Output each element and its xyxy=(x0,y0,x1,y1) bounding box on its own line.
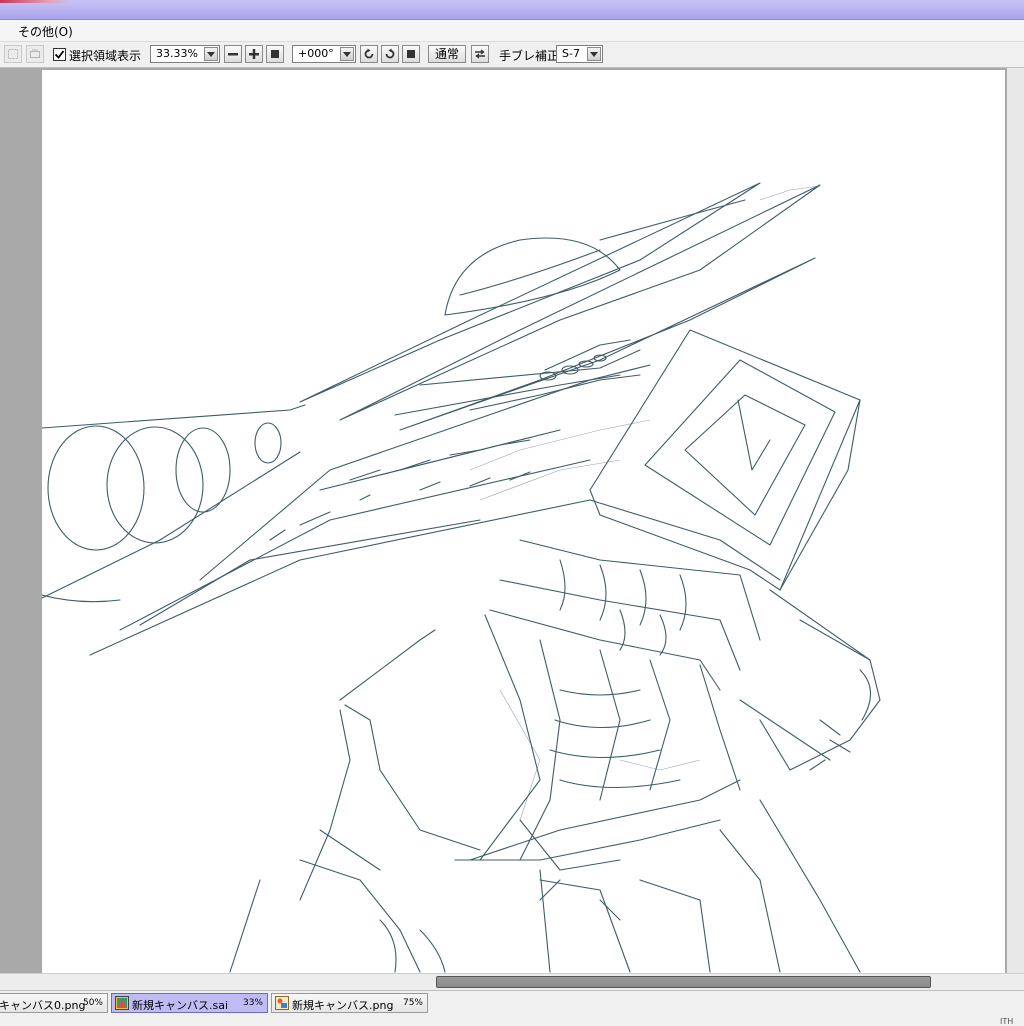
blend-mode-button[interactable]: 通常 xyxy=(428,45,466,63)
flip-horizontal-icon xyxy=(475,49,485,59)
right-panel-strip xyxy=(1007,68,1024,973)
mecha-sketch-artwork xyxy=(42,182,881,973)
flip-horizontal-button[interactable] xyxy=(471,45,489,63)
stabilizer-dropdown-arrow[interactable] xyxy=(587,47,601,61)
square-icon xyxy=(407,50,415,58)
tab-zoom: 75% xyxy=(402,998,423,1008)
select-icon xyxy=(8,49,18,59)
select-tool-button[interactable] xyxy=(4,45,22,63)
checkmark-icon xyxy=(54,50,65,59)
scrollbar-thumb[interactable] xyxy=(436,976,931,988)
deselect-button[interactable] xyxy=(26,45,44,63)
rotation-dropdown-arrow[interactable] xyxy=(340,47,354,61)
png-file-icon xyxy=(275,996,289,1010)
zoom-dropdown-arrow[interactable] xyxy=(204,47,218,61)
rotate-ccw-icon xyxy=(364,48,374,59)
selection-display-checkbox[interactable] xyxy=(53,48,66,61)
document-tab-2[interactable]: 新規キャンバス.png 75% xyxy=(271,993,428,1013)
tab-zoom: 33% xyxy=(242,998,263,1008)
document-tab-1[interactable]: 新規キャンバス.sai 33% xyxy=(111,993,268,1013)
menu-other[interactable]: その他(O) xyxy=(18,23,73,40)
square-icon xyxy=(271,50,279,58)
corner-status-text: ITH xyxy=(1000,1017,1014,1026)
drawing-canvas[interactable] xyxy=(42,70,1005,973)
zoom-combo[interactable]: 33.33% xyxy=(150,45,220,63)
stabilizer-combo[interactable]: S-7 xyxy=(556,45,603,63)
tab-name: 新規キャンバス.png xyxy=(292,999,394,1012)
tab-name: キャンバス0.png xyxy=(0,999,86,1012)
stabilizer-label: 手ブレ補正 xyxy=(499,49,560,63)
canvas-workspace xyxy=(0,68,1024,973)
zoom-out-button[interactable] xyxy=(224,45,242,63)
document-tab-bar: キャンバス0.png 50% 新規キャンバス.sai 33% 新規キャンバス.p… xyxy=(0,990,1024,1026)
menu-bar: その他(O) xyxy=(0,20,1024,42)
zoom-reset-button[interactable] xyxy=(266,45,284,63)
tab-zoom: 50% xyxy=(82,998,103,1008)
deselect-icon xyxy=(30,49,40,58)
selection-display-label: 選択領域表示 xyxy=(69,49,142,63)
chevron-down-icon xyxy=(343,51,351,57)
canvas-toolbar: 選択領域表示 33.33% +000° 通常 手ブレ補正 S-7 xyxy=(0,42,1024,68)
rotate-cw-icon xyxy=(385,48,395,59)
stabilizer-value: S-7 xyxy=(562,47,580,60)
chevron-down-icon xyxy=(590,51,598,57)
rotation-value: +000° xyxy=(298,47,334,60)
zoom-in-button[interactable] xyxy=(245,45,263,63)
sai-file-icon xyxy=(115,996,129,1010)
tab-name: 新規キャンバス.sai xyxy=(132,999,229,1012)
titlebar-accent xyxy=(0,0,70,3)
horizontal-scrollbar[interactable] xyxy=(0,973,1024,990)
document-tab-0[interactable]: キャンバス0.png 50% xyxy=(0,993,108,1013)
rotation-reset-button[interactable] xyxy=(402,45,420,63)
rotate-right-button[interactable] xyxy=(381,45,399,63)
chevron-down-icon xyxy=(207,51,215,57)
rotate-left-button[interactable] xyxy=(360,45,378,63)
window-titlebar xyxy=(0,0,1024,20)
zoom-value: 33.33% xyxy=(156,47,198,60)
plus-icon xyxy=(249,49,259,59)
rotation-combo[interactable]: +000° xyxy=(292,45,356,63)
minus-icon xyxy=(228,53,238,56)
